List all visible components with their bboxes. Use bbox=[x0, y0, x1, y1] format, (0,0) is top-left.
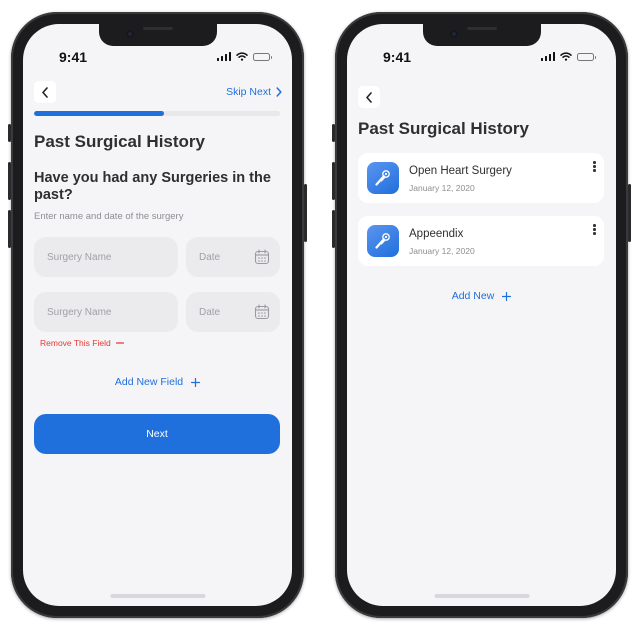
date-placeholder: Date bbox=[199, 251, 221, 263]
signal-icon bbox=[540, 52, 555, 61]
front-camera bbox=[449, 30, 458, 38]
volume-up-button bbox=[8, 162, 11, 200]
calendar-icon[interactable] bbox=[254, 304, 270, 320]
minus-icon bbox=[115, 342, 124, 344]
scalpel-icon bbox=[367, 225, 399, 257]
volume-down-button bbox=[8, 210, 11, 248]
home-indicator bbox=[434, 594, 529, 598]
status-icons bbox=[540, 52, 596, 61]
plus-icon bbox=[502, 291, 512, 301]
back-chevron-icon bbox=[366, 91, 372, 103]
date-input-2[interactable]: Date bbox=[186, 292, 280, 332]
volume-up-button bbox=[332, 162, 335, 200]
list-screen: 9:41 Past Surgical History Open Heart Su… bbox=[347, 24, 616, 606]
date-placeholder: Date bbox=[199, 306, 221, 318]
scalpel-icon bbox=[367, 162, 399, 194]
power-button bbox=[304, 184, 307, 242]
surgery-card[interactable]: Appeendix January 12, 2020 bbox=[358, 216, 604, 266]
next-button-label: Next bbox=[146, 428, 168, 440]
page-title: Past Surgical History bbox=[34, 132, 206, 151]
surgery-name-input-1[interactable]: Surgery Name bbox=[34, 237, 178, 277]
hint-text: Enter name and date of the surgery bbox=[34, 211, 184, 222]
surgery-name-input-2[interactable]: Surgery Name bbox=[34, 292, 178, 332]
power-button bbox=[628, 184, 631, 242]
surgery-name-placeholder: Surgery Name bbox=[47, 251, 112, 263]
front-camera bbox=[125, 30, 134, 38]
add-new-button[interactable]: Add New bbox=[347, 290, 616, 302]
status-time: 9:41 bbox=[383, 49, 412, 65]
status-icons bbox=[216, 52, 272, 61]
surgery-date: January 12, 2020 bbox=[409, 246, 475, 256]
progress-track bbox=[34, 111, 280, 116]
phone-form: 9:41 Skip Next Past Surgical History Hav… bbox=[8, 12, 307, 618]
battery-icon bbox=[577, 52, 596, 61]
status-time: 9:41 bbox=[59, 49, 88, 65]
calendar-icon[interactable] bbox=[254, 249, 270, 265]
speaker bbox=[466, 27, 497, 30]
surgery-name: Appeendix bbox=[409, 228, 464, 240]
form-screen: 9:41 Skip Next Past Surgical History Hav… bbox=[23, 24, 292, 606]
question-heading: Have you had any Surgeries in the past? bbox=[34, 170, 271, 203]
home-indicator bbox=[110, 594, 205, 598]
add-new-label: Add New bbox=[451, 290, 495, 302]
more-vertical-icon[interactable] bbox=[593, 161, 596, 172]
skip-next-label: Skip Next bbox=[226, 86, 271, 98]
mute-switch bbox=[8, 124, 11, 142]
add-new-field-button[interactable]: Add New Field bbox=[23, 376, 292, 388]
next-button[interactable]: Next bbox=[34, 414, 280, 454]
speaker bbox=[142, 27, 173, 30]
surgery-name-placeholder: Surgery Name bbox=[47, 306, 112, 318]
wifi-icon bbox=[560, 52, 572, 61]
phone-list: 9:41 Past Surgical History Open Heart Su… bbox=[332, 12, 631, 618]
surgery-card[interactable]: Open Heart Surgery January 12, 2020 bbox=[358, 153, 604, 203]
back-chevron-icon bbox=[42, 86, 48, 98]
notch bbox=[98, 24, 217, 46]
progress-bar bbox=[34, 111, 165, 116]
wifi-icon bbox=[236, 52, 248, 61]
add-new-field-label: Add New Field bbox=[114, 376, 184, 388]
notch bbox=[422, 24, 541, 46]
remove-field-label: Remove This Field bbox=[40, 338, 111, 348]
forward-chevron-icon bbox=[276, 87, 282, 97]
surgery-name: Open Heart Surgery bbox=[409, 165, 512, 177]
volume-down-button bbox=[332, 210, 335, 248]
page-title: Past Surgical History bbox=[358, 119, 530, 138]
more-vertical-icon[interactable] bbox=[593, 224, 596, 235]
skip-next-link[interactable]: Skip Next bbox=[226, 86, 282, 98]
mute-switch bbox=[332, 124, 335, 142]
back-button[interactable] bbox=[34, 81, 56, 103]
plus-icon bbox=[191, 377, 201, 387]
signal-icon bbox=[216, 52, 231, 61]
surgery-date: January 12, 2020 bbox=[409, 183, 475, 193]
remove-field-button[interactable]: Remove This Field bbox=[40, 338, 124, 348]
battery-icon bbox=[253, 52, 272, 61]
date-input-1[interactable]: Date bbox=[186, 237, 280, 277]
back-button[interactable] bbox=[358, 86, 380, 108]
